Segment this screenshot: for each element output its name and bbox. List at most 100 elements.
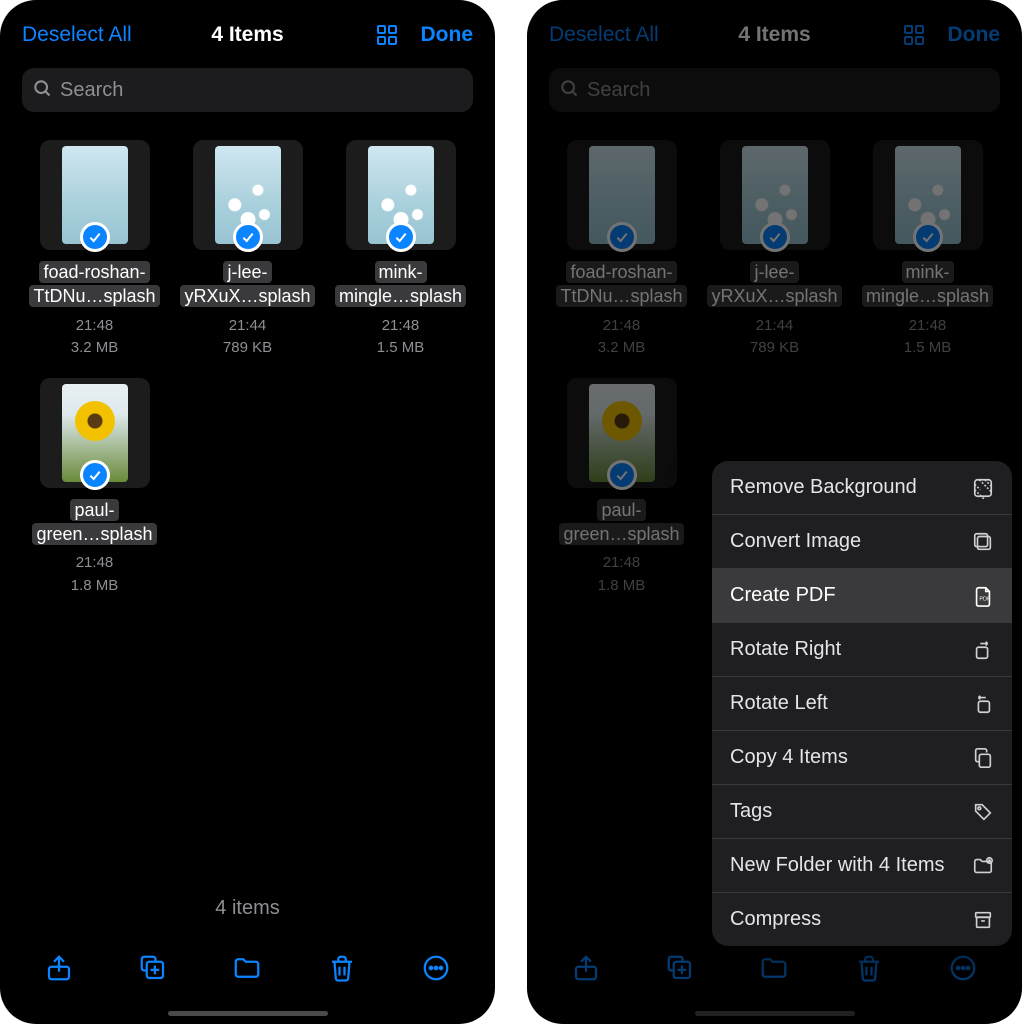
convert-icon: [972, 531, 994, 553]
file-time: 21:48: [71, 552, 119, 575]
duplicate-icon[interactable]: [665, 953, 695, 988]
file-name: mink- mingle…splash: [335, 260, 466, 309]
menu-item-create-pdf[interactable]: Create PDF PDF: [712, 568, 1012, 622]
folder-icon[interactable]: [759, 953, 789, 988]
rotate-right-icon: [972, 639, 994, 661]
bottom-toolbar: [527, 953, 1022, 1000]
file-time: 21:48: [598, 315, 646, 338]
remove-bg-icon: [972, 477, 994, 499]
file-thumbnail[interactable]: [193, 140, 303, 250]
file-time: 21:48: [904, 315, 952, 338]
file-thumbnail[interactable]: [346, 140, 456, 250]
share-icon[interactable]: [44, 953, 74, 988]
file-item[interactable]: paul- green…splash 21:48 1.8 MB: [24, 378, 165, 598]
file-size: 789 KB: [750, 337, 799, 360]
file-item[interactable]: foad-roshan- TtDNu…splash 21:48 3.2 MB: [551, 140, 692, 360]
view-grid-icon[interactable]: [375, 23, 399, 47]
menu-item-convert-image[interactable]: Convert Image: [712, 514, 1012, 568]
selected-check-icon: [233, 222, 263, 252]
menu-item-rotate-left[interactable]: Rotate Left: [712, 676, 1012, 730]
file-name: j-lee- yRXuX…splash: [707, 260, 841, 309]
menu-item-new-folder-with-4-items[interactable]: New Folder with 4 Items: [712, 838, 1012, 892]
file-thumbnail[interactable]: [720, 140, 830, 250]
folder-icon[interactable]: [232, 953, 262, 988]
search-icon: [32, 78, 52, 103]
menu-item-rotate-right[interactable]: Rotate Right: [712, 622, 1012, 676]
more-icon[interactable]: [421, 953, 451, 988]
file-item[interactable]: j-lee- yRXuX…splash 21:44 789 KB: [704, 140, 845, 360]
item-count: 4 items: [0, 897, 495, 920]
file-size: 1.8 MB: [71, 575, 119, 598]
selected-check-icon: [386, 222, 416, 252]
file-time: 21:44: [223, 315, 272, 338]
menu-item-label: Rotate Left: [730, 692, 828, 715]
file-size: 789 KB: [223, 337, 272, 360]
menu-item-copy-4-items[interactable]: Copy 4 Items: [712, 730, 1012, 784]
file-thumbnail[interactable]: [567, 378, 677, 488]
phone-left: Deselect All 4 Items Done Search foad-ro…: [0, 0, 495, 1024]
rotate-left-icon: [972, 693, 994, 715]
selected-check-icon: [607, 222, 637, 252]
duplicate-icon[interactable]: [138, 953, 168, 988]
home-indicator[interactable]: [695, 1011, 855, 1016]
menu-item-label: Rotate Right: [730, 638, 841, 661]
file-thumbnail[interactable]: [873, 140, 983, 250]
file-time: 21:48: [377, 315, 425, 338]
file-item[interactable]: mink- mingle…splash 21:48 1.5 MB: [330, 140, 471, 360]
file-time: 21:48: [598, 552, 646, 575]
header: Deselect All 4 Items Done: [0, 0, 495, 64]
more-icon[interactable]: [948, 953, 978, 988]
menu-item-tags[interactable]: Tags: [712, 784, 1012, 838]
bottom-toolbar: [0, 953, 495, 1000]
file-thumbnail[interactable]: [567, 140, 677, 250]
file-item[interactable]: mink- mingle…splash 21:48 1.5 MB: [857, 140, 998, 360]
file-size: 1.5 MB: [377, 337, 425, 360]
menu-item-label: Convert Image: [730, 530, 861, 553]
file-size: 1.8 MB: [598, 575, 646, 598]
file-thumbnail[interactable]: [40, 378, 150, 488]
search-input[interactable]: Search: [549, 68, 1000, 112]
file-time: 21:44: [750, 315, 799, 338]
deselect-all-button[interactable]: Deselect All: [549, 23, 659, 47]
file-grid: foad-roshan- TtDNu…splash 21:48 3.2 MB j…: [0, 112, 495, 597]
menu-item-label: Create PDF: [730, 584, 836, 607]
new-folder-icon: [972, 855, 994, 877]
header-title: 4 Items: [738, 23, 810, 47]
done-button[interactable]: Done: [421, 23, 474, 47]
selected-check-icon: [760, 222, 790, 252]
selected-check-icon: [607, 460, 637, 490]
search-icon: [559, 78, 579, 103]
done-button[interactable]: Done: [948, 23, 1001, 47]
file-name: foad-roshan- TtDNu…splash: [29, 260, 159, 309]
file-name: paul- green…splash: [559, 498, 683, 547]
menu-item-remove-background[interactable]: Remove Background: [712, 461, 1012, 514]
file-item[interactable]: paul- green…splash 21:48 1.8 MB: [551, 378, 692, 598]
file-thumbnail[interactable]: [40, 140, 150, 250]
menu-item-label: New Folder with 4 Items: [730, 854, 945, 877]
menu-item-compress[interactable]: Compress: [712, 892, 1012, 946]
search-placeholder: Search: [60, 79, 123, 102]
copy-icon: [972, 747, 994, 769]
menu-item-label: Compress: [730, 908, 821, 931]
header: Deselect All 4 Items Done: [527, 0, 1022, 64]
deselect-all-button[interactable]: Deselect All: [22, 23, 132, 47]
trash-icon[interactable]: [327, 953, 357, 988]
search-placeholder: Search: [587, 79, 650, 102]
file-item[interactable]: foad-roshan- TtDNu…splash 21:48 3.2 MB: [24, 140, 165, 360]
menu-item-label: Tags: [730, 800, 772, 823]
svg-text:PDF: PDF: [979, 596, 991, 602]
trash-icon[interactable]: [854, 953, 884, 988]
phone-right: Deselect All 4 Items Done Search foad-ro…: [527, 0, 1022, 1024]
file-item[interactable]: j-lee- yRXuX…splash 21:44 789 KB: [177, 140, 318, 360]
selected-check-icon: [80, 460, 110, 490]
home-indicator[interactable]: [168, 1011, 328, 1016]
menu-item-label: Copy 4 Items: [730, 746, 848, 769]
share-icon[interactable]: [571, 953, 601, 988]
view-grid-icon[interactable]: [902, 23, 926, 47]
file-name: paul- green…splash: [32, 498, 156, 547]
file-size: 3.2 MB: [71, 337, 119, 360]
search-input[interactable]: Search: [22, 68, 473, 112]
header-title: 4 Items: [211, 23, 283, 47]
tag-icon: [972, 801, 994, 823]
menu-item-label: Remove Background: [730, 476, 917, 499]
